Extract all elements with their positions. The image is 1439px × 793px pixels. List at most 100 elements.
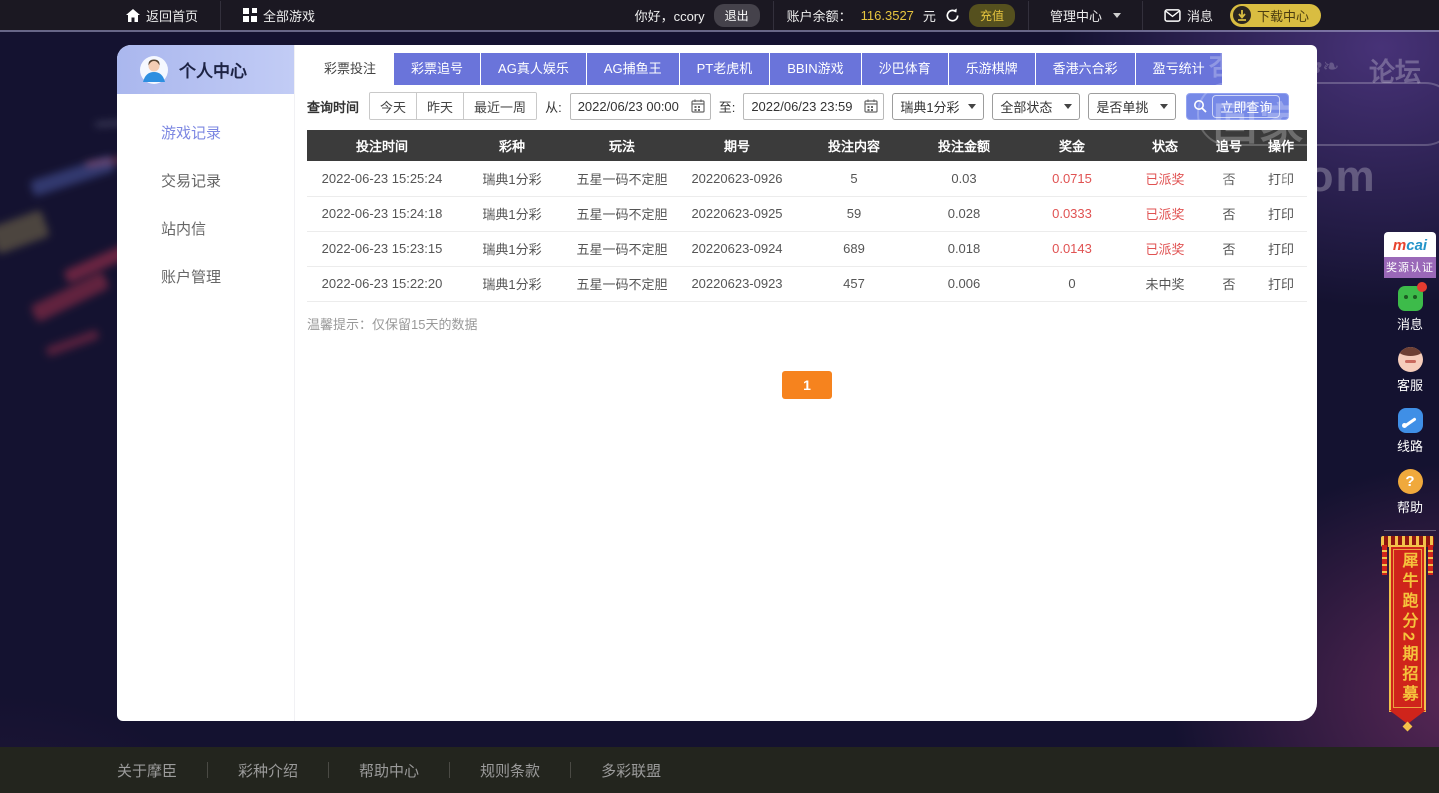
- col-prize: 奖金: [1017, 130, 1127, 161]
- cell-bet-time: 2022-06-23 15:25:24: [307, 161, 457, 197]
- divider: [207, 762, 209, 778]
- tab-ag-live[interactable]: AG真人娱乐: [481, 53, 586, 85]
- print-link[interactable]: 打印: [1255, 161, 1307, 197]
- rail-help-button[interactable]: ? 帮助: [1384, 461, 1436, 522]
- last-week-button[interactable]: 最近一周: [464, 93, 537, 119]
- topbar-right: 你好，ccory 退出 账户余额： 116.3527 元 充值 管理中心 消息 …: [635, 0, 1439, 30]
- tab-lottery-bets[interactable]: 彩票投注: [307, 53, 394, 85]
- admin-center-menu[interactable]: 管理中心: [1042, 0, 1129, 30]
- search-icon: [1194, 100, 1207, 113]
- sidebar-item-account-management[interactable]: 账户管理: [117, 254, 294, 302]
- rail-messages-button[interactable]: 消息: [1384, 278, 1436, 339]
- print-link[interactable]: 打印: [1255, 231, 1307, 267]
- footer-link-help-center[interactable]: 帮助中心: [359, 760, 419, 781]
- sidebar-item-game-records[interactable]: 游戏记录: [117, 110, 294, 158]
- all-games-label: 全部游戏: [263, 8, 316, 24]
- cert-card[interactable]: mcai: [1384, 232, 1436, 257]
- page-1-button[interactable]: 1: [782, 370, 832, 399]
- download-center-button[interactable]: 下载中心: [1229, 3, 1321, 27]
- query-time-label: 查询时间: [307, 99, 360, 115]
- chevron-down-icon: [1160, 103, 1169, 109]
- decor-streak: [44, 328, 101, 358]
- sidebar-title: 个人中心: [179, 62, 247, 81]
- status-badge: 未中奖: [1127, 266, 1203, 302]
- banner-inner-border: [1393, 549, 1422, 708]
- messages-label: 消息: [1186, 8, 1213, 24]
- cell-bet-time: 2022-06-23 15:23:15: [307, 231, 457, 267]
- back-home-link[interactable]: 返回首页: [118, 0, 206, 30]
- cell-play: 五星一码不定胆: [567, 196, 677, 232]
- rail-help-label: 帮助: [1396, 500, 1423, 515]
- rail-messages-label: 消息: [1396, 317, 1423, 332]
- footer-link-rules[interactable]: 规则条款: [480, 760, 540, 781]
- footer-link-about[interactable]: 关于摩臣: [117, 760, 177, 781]
- cell-prize: 0: [1017, 266, 1127, 302]
- to-date-input[interactable]: [751, 98, 860, 114]
- balance-label: 账户余额：: [786, 8, 852, 24]
- gauge-icon: [1397, 408, 1423, 433]
- cell-bet-content: 5: [797, 161, 911, 197]
- chevron-down-icon: [1112, 12, 1121, 18]
- rail-customer-service-label: 客服: [1396, 378, 1423, 393]
- cell-chase: 否: [1203, 231, 1255, 267]
- table-row: 2022-06-23 15:23:15 瑞典1分彩 五星一码不定胆 202206…: [307, 231, 1307, 267]
- print-link[interactable]: 打印: [1255, 266, 1307, 302]
- messages-link[interactable]: 消息: [1156, 0, 1221, 30]
- search-button[interactable]: 立即查询: [1186, 92, 1290, 120]
- lottery-type-select[interactable]: 瑞典1分彩: [892, 92, 985, 120]
- col-status: 状态: [1127, 130, 1203, 161]
- grid-icon: [243, 8, 258, 22]
- chevron-down-icon: [1064, 103, 1073, 109]
- status-select[interactable]: 全部状态: [992, 92, 1081, 120]
- footer-link-alliance[interactable]: 多彩联盟: [601, 760, 661, 781]
- right-rail: mcai 奖源认证 消息 客服 线路 ? 帮助: [1384, 232, 1436, 580]
- cell-issue: 20220623-0925: [677, 196, 797, 232]
- from-date-field[interactable]: [569, 92, 711, 120]
- table-header-row: 投注时间 彩种 玩法 期号 投注内容 投注金额 奖金 状态 追号 操作: [307, 130, 1307, 161]
- query-bar: 查询时间 今天 昨天 最近一周 从: 至: 瑞典1分彩 全部状态: [307, 92, 1307, 120]
- promo-banner[interactable]: 犀牛跑分2期招募: [1381, 536, 1434, 732]
- cell-bet-time: 2022-06-23 15:24:18: [307, 196, 457, 232]
- today-button[interactable]: 今天: [370, 93, 418, 119]
- main-panel: 个人中心 游戏记录 交易记录 站内信 账户管理 彩票投注 彩票追号 AG真人娱乐…: [117, 45, 1317, 721]
- tab-leyou-chess[interactable]: 乐游棋牌: [948, 53, 1035, 85]
- cell-lottery: 瑞典1分彩: [457, 161, 567, 197]
- logout-button[interactable]: 退出: [713, 3, 760, 27]
- tab-saba-sports[interactable]: 沙巴体育: [861, 53, 948, 85]
- chat-icon: [1397, 282, 1427, 311]
- print-link[interactable]: 打印: [1255, 196, 1307, 232]
- all-games-link[interactable]: 全部游戏: [235, 0, 323, 30]
- calendar-icon[interactable]: [691, 99, 705, 113]
- cell-play: 五星一码不定胆: [567, 231, 677, 267]
- rail-lines-button[interactable]: 线路: [1384, 400, 1436, 461]
- sidebar-item-site-mail[interactable]: 站内信: [117, 206, 294, 254]
- to-date-field[interactable]: [743, 92, 885, 120]
- cell-bet-amount: 0.03: [911, 161, 1017, 197]
- divider: [449, 762, 451, 778]
- tab-lottery-chase[interactable]: 彩票追号: [394, 53, 481, 85]
- calendar-icon[interactable]: [864, 99, 878, 113]
- divider: [328, 762, 330, 778]
- decor-streak: [0, 209, 51, 255]
- sidebar-item-transaction-records[interactable]: 交易记录: [117, 158, 294, 206]
- single-pick-select[interactable]: 是否单挑: [1088, 92, 1177, 120]
- tab-ag-fishing[interactable]: AG捕鱼王: [586, 53, 679, 85]
- recharge-button[interactable]: 充值: [968, 3, 1015, 27]
- download-center-label: 下载中心: [1256, 8, 1309, 24]
- refresh-balance-icon[interactable]: [945, 7, 960, 23]
- banner-tassel: [1382, 545, 1387, 575]
- rail-customer-service-button[interactable]: 客服: [1384, 339, 1436, 400]
- yesterday-button[interactable]: 昨天: [417, 93, 465, 119]
- tab-profit-stats[interactable]: 盈亏统计: [1135, 53, 1222, 85]
- cell-play: 五星一码不定胆: [567, 266, 677, 302]
- tab-pt-slots[interactable]: PT老虎机: [679, 53, 770, 85]
- balance-unit: 元: [922, 8, 936, 24]
- sidebar-nav: 游戏记录 交易记录 站内信 账户管理: [117, 94, 294, 302]
- cell-lottery: 瑞典1分彩: [457, 231, 567, 267]
- col-bet-content: 投注内容: [797, 130, 911, 161]
- tab-hk-mark-six[interactable]: 香港六合彩: [1035, 53, 1135, 85]
- tab-bbin-games[interactable]: BBIN游戏: [770, 53, 861, 85]
- col-bet-time: 投注时间: [307, 130, 457, 161]
- footer-link-lottery-intro[interactable]: 彩种介绍: [238, 760, 298, 781]
- from-date-input[interactable]: [577, 98, 686, 114]
